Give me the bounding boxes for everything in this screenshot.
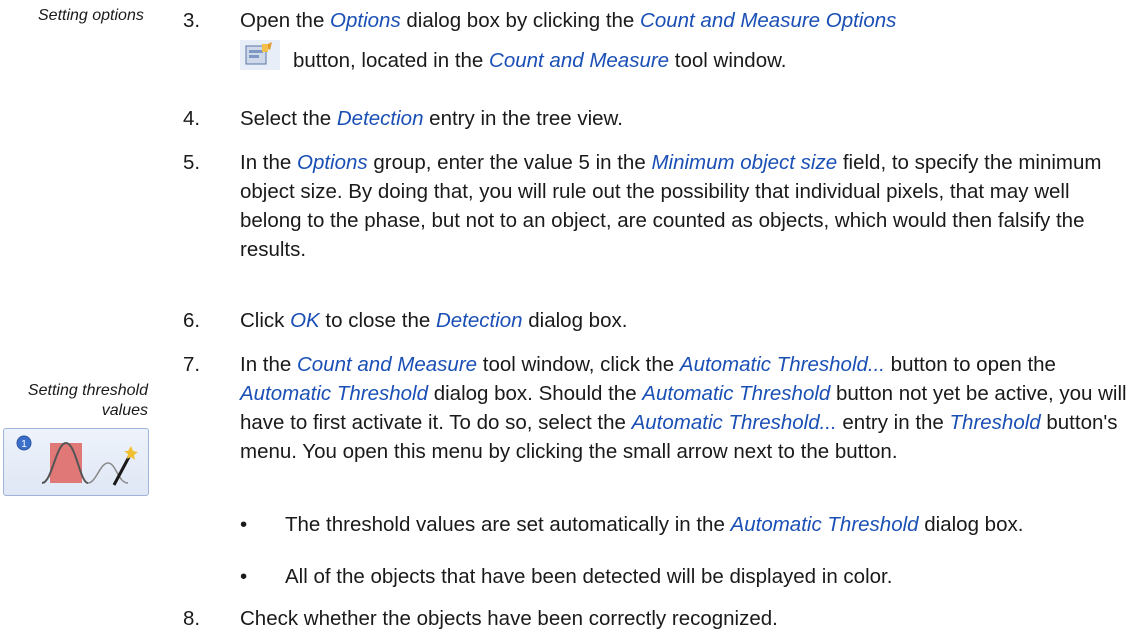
count-and-measure-options-icon (240, 40, 280, 70)
step-number: 7. (183, 353, 201, 376)
text: entry in the tree view. (423, 107, 623, 130)
step-3-continued: button, located in the Count and Measure… (293, 46, 1133, 75)
step-text: Open the Options dialog box by clicking … (240, 6, 1130, 35)
minimum-object-size-ref: Minimum object size (651, 151, 838, 174)
text: In the (240, 353, 297, 376)
count-measure-window-ref: Count and Measure (297, 353, 478, 376)
detection-entry-ref: Detection (336, 107, 424, 130)
automatic-threshold-dialog-ref: Automatic Threshold (730, 513, 919, 536)
count-measure-window-ref: Count and Measure (489, 49, 670, 72)
bullet-text: All of the objects that have been detect… (285, 562, 1135, 591)
text: dialog box by clicking the (400, 9, 641, 32)
step-number: 8. (183, 607, 201, 630)
text: button, located in the (293, 49, 490, 72)
step-text: Select the Detection entry in the tree v… (240, 104, 1130, 133)
options-dialog-ref: Options (330, 9, 401, 32)
text: entry in the (836, 411, 950, 434)
text: The threshold values are set automatical… (285, 513, 731, 536)
bullet-dot: • (240, 565, 248, 588)
text: In the (240, 151, 297, 174)
step-text: Check whether the objects have been corr… (240, 604, 1130, 633)
automatic-threshold-dialog-ref: Automatic Threshold (240, 382, 429, 405)
step-text: In the Options group, enter the value 5 … (240, 148, 1130, 264)
threshold-button-ref: Threshold (949, 411, 1041, 434)
threshold-icon-badge: 1 (21, 439, 27, 450)
text: Open the (240, 9, 331, 32)
text: tool window. (669, 49, 787, 72)
step-number: 5. (183, 151, 201, 174)
text: Click (240, 309, 291, 332)
step-text: Click OK to close the Detection dialog b… (240, 306, 1130, 335)
text: dialog box. Should the (428, 382, 643, 405)
margin-note-setting-threshold: Setting threshold values (0, 381, 148, 421)
step-number: 6. (183, 309, 201, 332)
text: group, enter the value 5 in the (367, 151, 652, 174)
text: dialog box. (522, 309, 628, 332)
step-text: In the Count and Measure tool window, cl… (240, 350, 1130, 466)
text: dialog box. (918, 513, 1024, 536)
automatic-threshold-button-ref-2: Automatic Threshold (642, 382, 831, 405)
step-number: 4. (183, 107, 201, 130)
automatic-threshold-button-ref: Automatic Threshold... (679, 353, 885, 376)
automatic-threshold-icon: 1 (3, 428, 149, 496)
options-group-ref: Options (297, 151, 368, 174)
bullet-text: The threshold values are set automatical… (285, 510, 1135, 539)
text: Select the (240, 107, 337, 130)
text: button to open the (884, 353, 1056, 376)
step-number: 3. (183, 9, 201, 32)
margin-note-line-1: Setting threshold (27, 382, 148, 399)
bullet-dot: • (240, 513, 248, 536)
detection-dialog-ref: Detection (435, 309, 523, 332)
margin-note-setting-options: Setting options (38, 7, 144, 24)
text: to close the (319, 309, 436, 332)
margin-note-line-2: values (101, 402, 148, 419)
text: All of the objects that have been detect… (285, 565, 893, 588)
automatic-threshold-entry-ref: Automatic Threshold... (631, 411, 837, 434)
count-measure-options-ref: Count and Measure Options (640, 9, 897, 32)
step-text-continued: button, located in the Count and Measure… (293, 46, 1133, 75)
text: Check whether the objects have been corr… (240, 607, 778, 630)
text: tool window, click the (477, 353, 680, 376)
ok-button-ref: OK (290, 309, 320, 332)
